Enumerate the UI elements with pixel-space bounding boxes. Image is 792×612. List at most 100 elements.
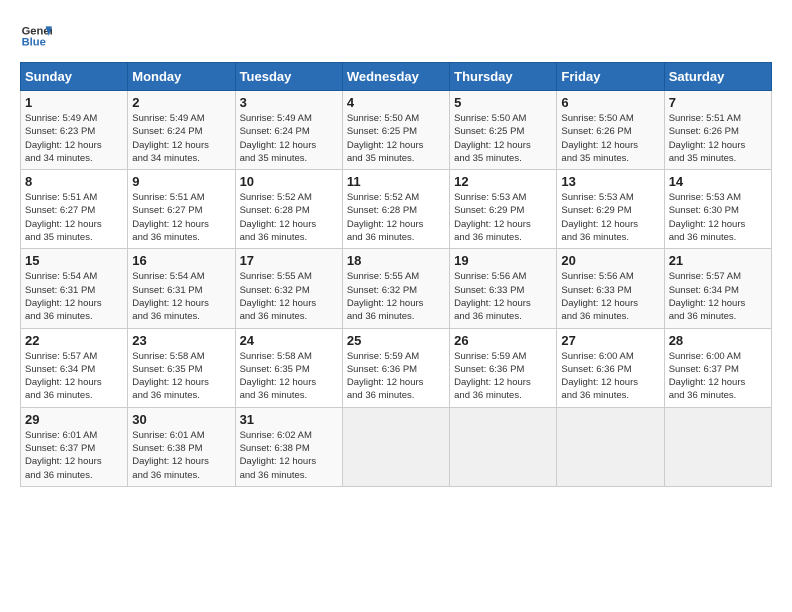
day-number: 7 — [669, 95, 767, 110]
calendar-cell: 10 Sunrise: 5:52 AM Sunset: 6:28 PM Dayli… — [235, 170, 342, 249]
day-number: 5 — [454, 95, 552, 110]
day-number: 28 — [669, 333, 767, 348]
header: General Blue — [20, 20, 772, 52]
day-number: 16 — [132, 253, 230, 268]
calendar-cell: 24 Sunrise: 5:58 AM Sunset: 6:35 PM Dayli… — [235, 328, 342, 407]
day-info: Sunrise: 5:49 AM Sunset: 6:24 PM Dayligh… — [132, 112, 230, 165]
day-number: 18 — [347, 253, 445, 268]
day-number: 27 — [561, 333, 659, 348]
calendar-cell — [557, 407, 664, 486]
calendar-cell: 3 Sunrise: 5:49 AM Sunset: 6:24 PM Daylig… — [235, 91, 342, 170]
calendar-cell: 30 Sunrise: 6:01 AM Sunset: 6:38 PM Dayli… — [128, 407, 235, 486]
day-number: 30 — [132, 412, 230, 427]
day-number: 17 — [240, 253, 338, 268]
calendar-cell: 14 Sunrise: 5:53 AM Sunset: 6:30 PM Dayli… — [664, 170, 771, 249]
day-number: 26 — [454, 333, 552, 348]
calendar-cell: 26 Sunrise: 5:59 AM Sunset: 6:36 PM Dayli… — [450, 328, 557, 407]
day-number: 9 — [132, 174, 230, 189]
calendar-cell: 18Sunrise: 5:55 AM Sunset: 6:32 PM Dayli… — [342, 249, 449, 328]
day-info: Sunrise: 6:02 AM Sunset: 6:38 PM Dayligh… — [240, 429, 338, 482]
calendar-cell — [664, 407, 771, 486]
day-info: Sunrise: 5:58 AM Sunset: 6:35 PM Dayligh… — [240, 350, 338, 403]
day-info: Sunrise: 5:56 AM Sunset: 6:33 PM Dayligh… — [454, 270, 552, 323]
calendar-cell: 9Sunrise: 5:51 AM Sunset: 6:27 PM Daylig… — [128, 170, 235, 249]
day-number: 24 — [240, 333, 338, 348]
calendar-cell: 2Sunrise: 5:49 AM Sunset: 6:24 PM Daylig… — [128, 91, 235, 170]
calendar-week-5: 29 Sunrise: 6:01 AM Sunset: 6:37 PM Dayli… — [21, 407, 772, 486]
calendar-cell: 20Sunrise: 5:56 AM Sunset: 6:33 PM Dayli… — [557, 249, 664, 328]
col-header-wednesday: Wednesday — [342, 63, 449, 91]
page-container: General Blue SundayMondayTuesdayWednesda… — [20, 20, 772, 487]
day-info: Sunrise: 5:55 AM Sunset: 6:32 PM Dayligh… — [240, 270, 338, 323]
calendar-cell: 11Sunrise: 5:52 AM Sunset: 6:28 PM Dayli… — [342, 170, 449, 249]
day-info: Sunrise: 5:53 AM Sunset: 6:29 PM Dayligh… — [454, 191, 552, 244]
calendar-cell: 25 Sunrise: 5:59 AM Sunset: 6:36 PM Dayli… — [342, 328, 449, 407]
calendar-cell — [450, 407, 557, 486]
day-info: Sunrise: 6:01 AM Sunset: 6:38 PM Dayligh… — [132, 429, 230, 482]
col-header-saturday: Saturday — [664, 63, 771, 91]
day-info: Sunrise: 5:49 AM Sunset: 6:24 PM Dayligh… — [240, 112, 338, 165]
calendar-cell: 5 Sunrise: 5:50 AM Sunset: 6:25 PM Daylig… — [450, 91, 557, 170]
day-info: Sunrise: 5:51 AM Sunset: 6:26 PM Dayligh… — [669, 112, 767, 165]
col-header-thursday: Thursday — [450, 63, 557, 91]
day-info: Sunrise: 5:50 AM Sunset: 6:25 PM Dayligh… — [347, 112, 445, 165]
day-number: 23 — [132, 333, 230, 348]
calendar-cell: 7 Sunrise: 5:51 AM Sunset: 6:26 PM Daylig… — [664, 91, 771, 170]
day-number: 21 — [669, 253, 767, 268]
day-info: Sunrise: 5:50 AM Sunset: 6:25 PM Dayligh… — [454, 112, 552, 165]
col-header-friday: Friday — [557, 63, 664, 91]
calendar-cell: 13Sunrise: 5:53 AM Sunset: 6:29 PM Dayli… — [557, 170, 664, 249]
col-header-sunday: Sunday — [21, 63, 128, 91]
svg-text:Blue: Blue — [22, 37, 46, 49]
day-info: Sunrise: 5:51 AM Sunset: 6:27 PM Dayligh… — [25, 191, 123, 244]
day-info: Sunrise: 5:49 AM Sunset: 6:23 PM Dayligh… — [25, 112, 123, 165]
calendar-cell: 29 Sunrise: 6:01 AM Sunset: 6:37 PM Dayli… — [21, 407, 128, 486]
day-info: Sunrise: 6:00 AM Sunset: 6:37 PM Dayligh… — [669, 350, 767, 403]
calendar-cell: 31 Sunrise: 6:02 AM Sunset: 6:38 PM Dayli… — [235, 407, 342, 486]
calendar-week-3: 15Sunrise: 5:54 AM Sunset: 6:31 PM Dayli… — [21, 249, 772, 328]
day-number: 11 — [347, 174, 445, 189]
day-number: 12 — [454, 174, 552, 189]
calendar-cell: 1 Sunrise: 5:49 AM Sunset: 6:23 PM Daylig… — [21, 91, 128, 170]
day-number: 6 — [561, 95, 659, 110]
day-info: Sunrise: 5:53 AM Sunset: 6:30 PM Dayligh… — [669, 191, 767, 244]
calendar-cell: 15Sunrise: 5:54 AM Sunset: 6:31 PM Dayli… — [21, 249, 128, 328]
col-header-monday: Monday — [128, 63, 235, 91]
day-info: Sunrise: 5:53 AM Sunset: 6:29 PM Dayligh… — [561, 191, 659, 244]
day-info: Sunrise: 5:57 AM Sunset: 6:34 PM Dayligh… — [669, 270, 767, 323]
day-number: 22 — [25, 333, 123, 348]
calendar-week-4: 22 Sunrise: 5:57 AM Sunset: 6:34 PM Dayli… — [21, 328, 772, 407]
col-header-tuesday: Tuesday — [235, 63, 342, 91]
day-info: Sunrise: 5:52 AM Sunset: 6:28 PM Dayligh… — [240, 191, 338, 244]
calendar-cell: 6 Sunrise: 5:50 AM Sunset: 6:26 PM Daylig… — [557, 91, 664, 170]
calendar-cell: 27Sunrise: 6:00 AM Sunset: 6:36 PM Dayli… — [557, 328, 664, 407]
calendar-cell: 17 Sunrise: 5:55 AM Sunset: 6:32 PM Dayli… — [235, 249, 342, 328]
day-info: Sunrise: 5:54 AM Sunset: 6:31 PM Dayligh… — [25, 270, 123, 323]
day-number: 4 — [347, 95, 445, 110]
day-info: Sunrise: 5:57 AM Sunset: 6:34 PM Dayligh… — [25, 350, 123, 403]
day-number: 3 — [240, 95, 338, 110]
calendar-cell: 23 Sunrise: 5:58 AM Sunset: 6:35 PM Dayli… — [128, 328, 235, 407]
day-info: Sunrise: 5:59 AM Sunset: 6:36 PM Dayligh… — [347, 350, 445, 403]
calendar-cell: 12 Sunrise: 5:53 AM Sunset: 6:29 PM Dayli… — [450, 170, 557, 249]
calendar-week-1: 1 Sunrise: 5:49 AM Sunset: 6:23 PM Daylig… — [21, 91, 772, 170]
day-number: 29 — [25, 412, 123, 427]
day-info: Sunrise: 5:50 AM Sunset: 6:26 PM Dayligh… — [561, 112, 659, 165]
day-number: 25 — [347, 333, 445, 348]
day-number: 19 — [454, 253, 552, 268]
calendar-cell: 19 Sunrise: 5:56 AM Sunset: 6:33 PM Dayli… — [450, 249, 557, 328]
calendar-cell: 8Sunrise: 5:51 AM Sunset: 6:27 PM Daylig… — [21, 170, 128, 249]
day-number: 10 — [240, 174, 338, 189]
day-info: Sunrise: 5:54 AM Sunset: 6:31 PM Dayligh… — [132, 270, 230, 323]
day-number: 31 — [240, 412, 338, 427]
day-info: Sunrise: 5:59 AM Sunset: 6:36 PM Dayligh… — [454, 350, 552, 403]
day-info: Sunrise: 5:58 AM Sunset: 6:35 PM Dayligh… — [132, 350, 230, 403]
day-number: 1 — [25, 95, 123, 110]
calendar-cell: 4 Sunrise: 5:50 AM Sunset: 6:25 PM Daylig… — [342, 91, 449, 170]
calendar-table: SundayMondayTuesdayWednesdayThursdayFrid… — [20, 62, 772, 487]
header-row: SundayMondayTuesdayWednesdayThursdayFrid… — [21, 63, 772, 91]
day-number: 14 — [669, 174, 767, 189]
logo: General Blue — [20, 20, 58, 52]
day-info: Sunrise: 6:01 AM Sunset: 6:37 PM Dayligh… — [25, 429, 123, 482]
day-number: 20 — [561, 253, 659, 268]
